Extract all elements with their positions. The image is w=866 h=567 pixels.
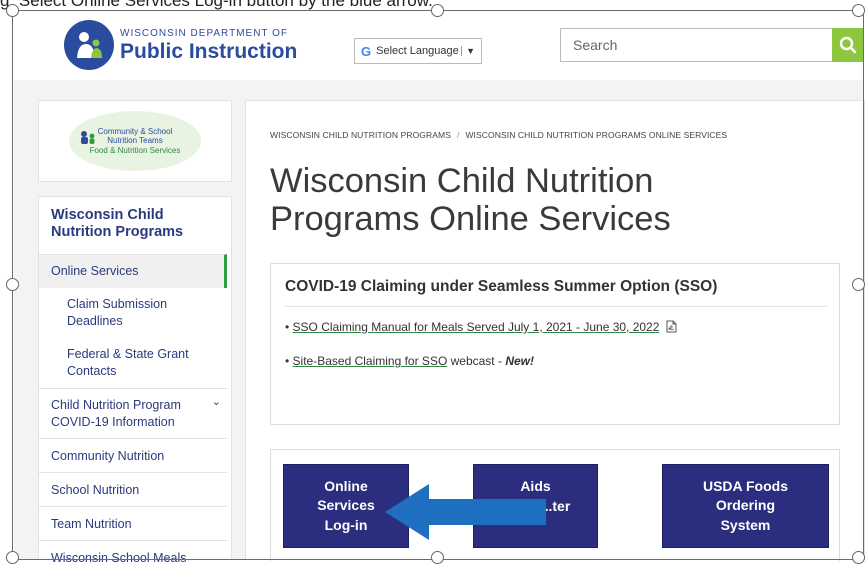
bullet-suffix: webcast - bbox=[447, 354, 506, 368]
sidebar-item-label: Community Nutrition bbox=[51, 449, 165, 463]
button-line: Ordering bbox=[715, 497, 776, 514]
sidebar-item-team-nutrition[interactable]: Team Nutrition bbox=[39, 506, 227, 540]
usda-foods-ordering-button[interactable]: USDA Foods Ordering System bbox=[662, 464, 829, 548]
divider bbox=[285, 306, 827, 307]
cnt-logo-line3: Food & Nutrition Services bbox=[89, 145, 181, 155]
cnt-logo-line1: Community & School bbox=[97, 127, 173, 137]
sidebar-item-claim-submission-deadlines[interactable]: Claim Submission Deadlines bbox=[39, 288, 214, 338]
instruction-caption: g. Select Online Services Log-in button … bbox=[0, 0, 433, 10]
main-content: WISCONSIN CHILD NUTRITION PROGRAMS / WISCO… bbox=[245, 100, 865, 561]
button-line: System bbox=[720, 516, 771, 533]
search-icon bbox=[839, 36, 857, 54]
sidebar-item-label: Wisconsin School Meals bbox=[51, 551, 187, 565]
list-item: • SSO Claiming Manual for Meals Served J… bbox=[285, 320, 677, 334]
language-select[interactable]: G Select Language ▼ bbox=[354, 38, 482, 64]
resize-handle[interactable] bbox=[6, 278, 19, 291]
breadcrumb-current[interactable]: WISCONSIN CHILD NUTRITION PROGRAMS ONLIN… bbox=[465, 130, 727, 140]
sidebar-title-line1: Wisconsin Child bbox=[51, 207, 164, 223]
sidebar-item-covid-19-information[interactable]: Child Nutrition Program COVID-19 Informa… bbox=[39, 388, 227, 438]
sidebar-item-label: School Nutrition bbox=[51, 483, 140, 497]
resize-handle[interactable] bbox=[852, 551, 865, 564]
resize-handle[interactable] bbox=[852, 278, 865, 291]
chevron-down-icon[interactable]: ⌄ bbox=[212, 395, 221, 410]
breadcrumb: WISCONSIN CHILD NUTRITION PROGRAMS / WISCO… bbox=[270, 130, 728, 140]
sidebar-title[interactable]: Wisconsin Child Nutrition Programs bbox=[39, 197, 231, 253]
cnt-logo-card: Community & School Nutrition Teams Food … bbox=[38, 100, 232, 182]
sidebar-item-label: Child Nutrition Program COVID-19 Informa… bbox=[51, 398, 181, 429]
list-item: • Site-Based Claiming for SSO webcast - … bbox=[285, 354, 534, 368]
sidebar-item-school-nutrition[interactable]: School Nutrition bbox=[39, 472, 227, 506]
resize-handle[interactable] bbox=[852, 4, 865, 17]
sidebar-title-line2: Nutrition Programs bbox=[51, 224, 184, 241]
search-placeholder: Search bbox=[573, 37, 618, 53]
dpi-logo[interactable]: WISCONSIN DEPARTMENT OF Public Instructi… bbox=[64, 20, 297, 70]
logo-title: Public Instruction bbox=[120, 39, 298, 63]
resize-handle[interactable] bbox=[6, 4, 19, 17]
sidebar-item-wisconsin-school-meals[interactable]: Wisconsin School Meals bbox=[39, 540, 227, 567]
sidebar-item-community-nutrition[interactable]: Community Nutrition bbox=[39, 438, 227, 472]
button-line: USDA Foods bbox=[702, 477, 789, 494]
search-button[interactable] bbox=[832, 28, 864, 62]
button-line: Services bbox=[317, 497, 375, 514]
sidebar-item-federal-state-grant-contacts[interactable]: Federal & State Grant Contacts bbox=[39, 338, 214, 388]
covid-claiming-panel: COVID-19 Claiming under Seamless Summer … bbox=[270, 263, 840, 425]
site-header: WISCONSIN DEPARTMENT OF Public Instructi… bbox=[14, 12, 864, 78]
sidebar-item-label: Federal & State Grant Contacts bbox=[67, 347, 189, 378]
google-g-icon: G bbox=[361, 43, 372, 59]
dropdown-caret-icon: ▼ bbox=[461, 46, 475, 56]
dpi-logo-icon bbox=[64, 20, 114, 70]
family-icon bbox=[81, 131, 95, 144]
sidebar-item-label: Team Nutrition bbox=[51, 517, 132, 531]
resize-handle[interactable] bbox=[431, 4, 444, 17]
sidebar-item-label: Online Services bbox=[51, 264, 139, 278]
site-based-claiming-link[interactable]: Site-Based Claiming for SSO bbox=[293, 354, 448, 368]
resize-handle[interactable] bbox=[6, 551, 19, 564]
page-title-line1: Wisconsin Child Nutrition bbox=[270, 162, 654, 200]
button-line: Online bbox=[324, 477, 368, 494]
page-title: Wisconsin Child Nutrition Programs Onlin… bbox=[270, 162, 671, 239]
sidebar-item-label: Claim Submission Deadlines bbox=[67, 297, 168, 328]
button-line: Log-in bbox=[324, 516, 368, 533]
sidebar-item-online-services[interactable]: Online Services bbox=[39, 254, 227, 288]
blue-arrow-icon bbox=[385, 484, 546, 540]
breadcrumb-link-programs[interactable]: WISCONSIN CHILD NUTRITION PROGRAMS bbox=[270, 130, 451, 140]
search-input[interactable]: Search bbox=[560, 28, 834, 62]
language-select-label: Select Language bbox=[376, 45, 459, 57]
pdf-icon bbox=[666, 320, 677, 333]
new-badge: New! bbox=[505, 354, 534, 368]
resize-handle[interactable] bbox=[431, 551, 444, 564]
cnt-logo-line2: Nutrition Teams bbox=[107, 136, 163, 146]
quick-links-panel: Online Services Log-in Aids ...ter USDA … bbox=[270, 449, 840, 561]
logo-subtitle: WISCONSIN DEPARTMENT OF bbox=[120, 27, 289, 39]
sso-claiming-manual-link[interactable]: SSO Claiming Manual for Meals Served Jul… bbox=[293, 320, 660, 334]
sidebar-nav: Wisconsin Child Nutrition Programs Onlin… bbox=[38, 196, 232, 565]
covid-panel-title: COVID-19 Claiming under Seamless Summer … bbox=[285, 278, 718, 295]
cnt-logo: Community & School Nutrition Teams Food … bbox=[69, 111, 201, 171]
page-title-line2: Programs Online Services bbox=[270, 199, 671, 238]
